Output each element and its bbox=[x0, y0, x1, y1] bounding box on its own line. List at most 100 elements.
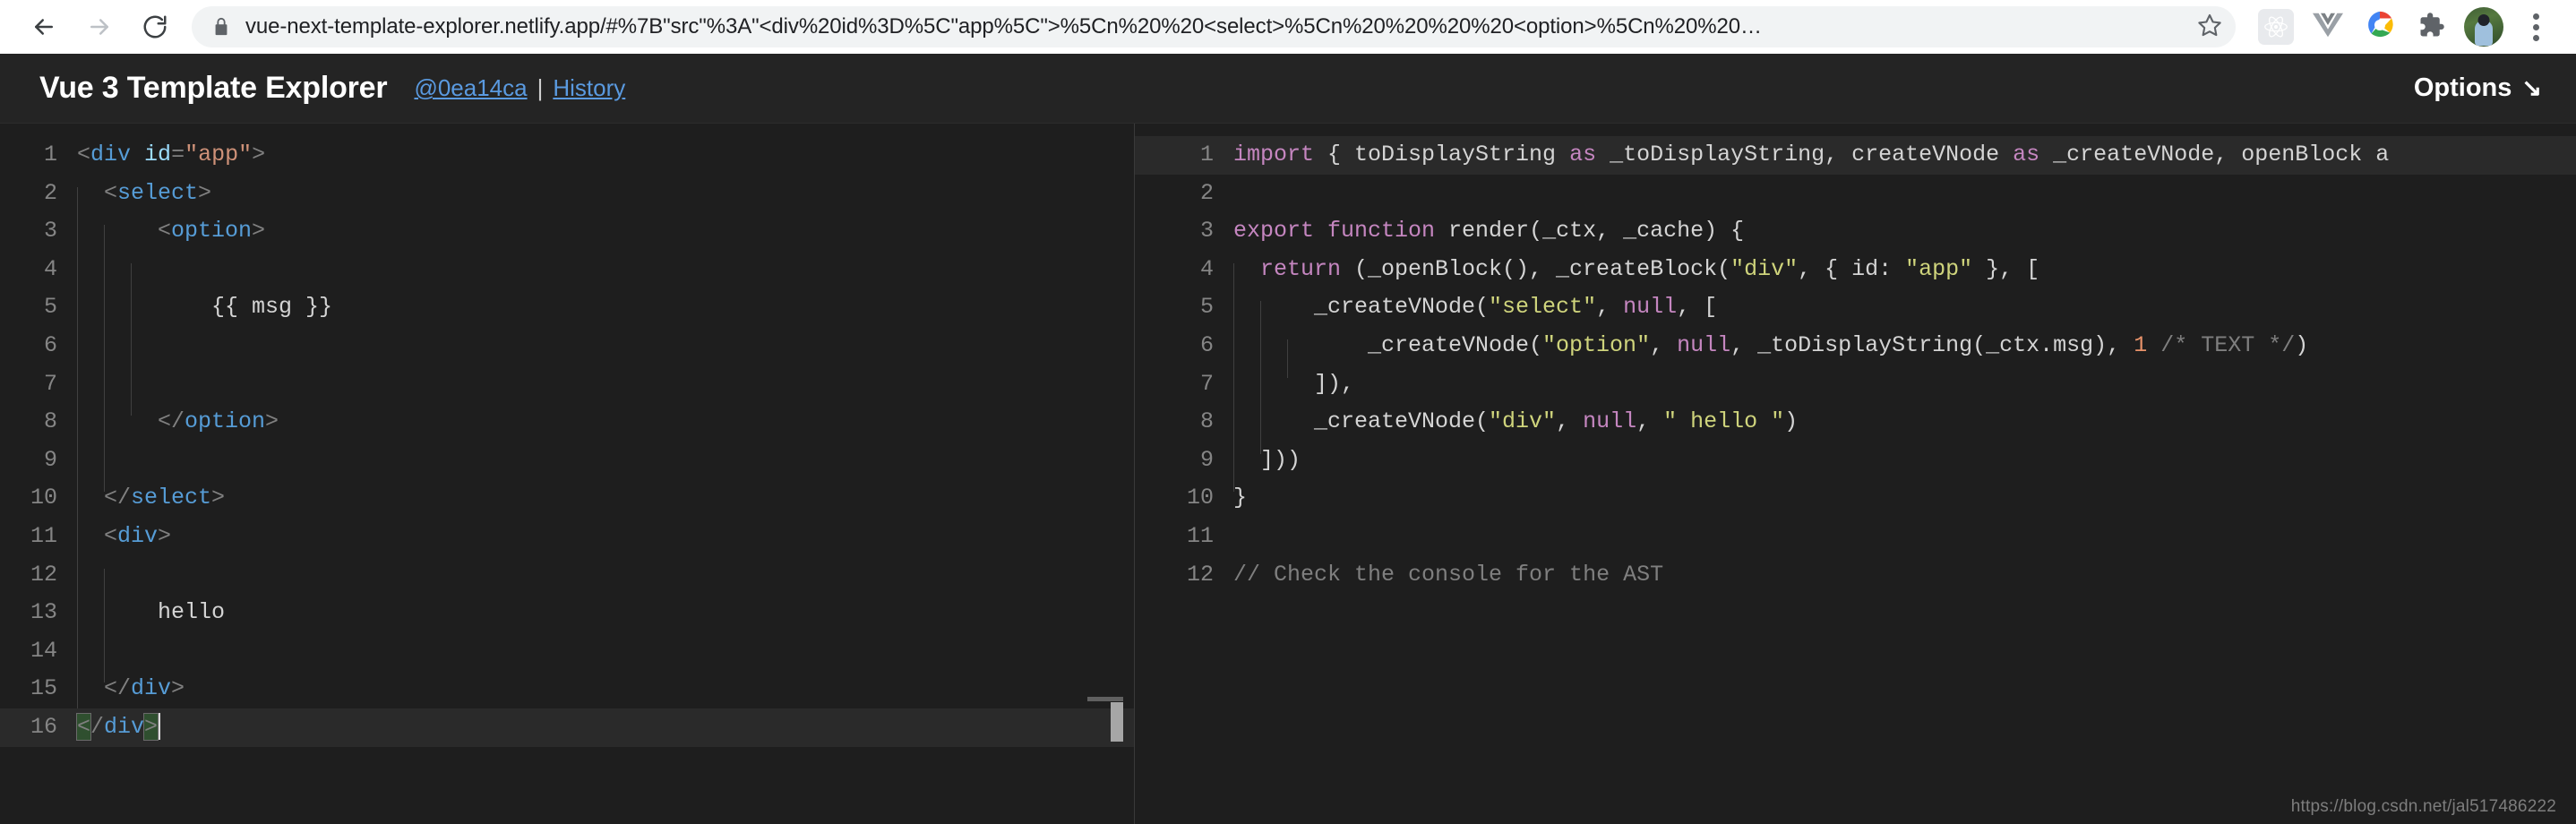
code-line[interactable]: 2 <select> bbox=[0, 175, 1134, 226]
code-token: < bbox=[75, 712, 92, 741]
code-line[interactable]: 1 import { toDisplayString as _toDisplayS… bbox=[1135, 136, 2576, 175]
google-extension-button[interactable] bbox=[2356, 3, 2404, 51]
options-toggle-button[interactable]: Options ↘ bbox=[2414, 73, 2542, 103]
extensions-menu-button[interactable] bbox=[2408, 3, 2456, 51]
code-line[interactable]: 5 _createVNode("select", null, [ bbox=[1135, 288, 2576, 339]
vue-devtools-button[interactable] bbox=[2304, 3, 2352, 51]
code-token: div bbox=[117, 522, 159, 549]
code-token: } bbox=[1233, 485, 1248, 511]
profile-avatar-button[interactable] bbox=[2460, 3, 2508, 51]
browser-menu-button[interactable] bbox=[2512, 3, 2560, 51]
code-line[interactable]: 12 bbox=[0, 556, 1134, 607]
code-token: render(_ctx, _cache) { bbox=[1435, 218, 1745, 245]
line-number: 14 bbox=[30, 637, 57, 664]
code-line[interactable]: 4 return (_openBlock(), _createBlock("div… bbox=[1135, 251, 2576, 302]
line-number: 15 bbox=[30, 675, 57, 702]
arrow-down-right-icon: ↘ bbox=[2521, 74, 2542, 101]
code-token: null bbox=[1623, 294, 1678, 321]
code-token: return bbox=[1260, 255, 1342, 282]
commit-hash-link[interactable]: @0ea14ca bbox=[414, 74, 527, 102]
code-token: < bbox=[158, 218, 172, 245]
avatar bbox=[2464, 7, 2503, 47]
code-token: " hello " bbox=[1663, 408, 1785, 435]
line-number: 10 bbox=[1186, 485, 1214, 511]
code-line[interactable]: 2 bbox=[1135, 175, 2576, 213]
forward-arrow-icon bbox=[86, 13, 113, 40]
code-line[interactable]: 7]), bbox=[1135, 365, 2576, 416]
puzzle-extensions-icon bbox=[2418, 12, 2445, 43]
code-token: option bbox=[171, 218, 253, 245]
code-line[interactable]: 14 bbox=[0, 632, 1134, 683]
code-token: , _toDisplayString(_ctx.msg), bbox=[1730, 331, 2134, 358]
code-token: > bbox=[198, 179, 212, 206]
code-line[interactable]: 8 </option> bbox=[0, 403, 1134, 454]
left-editor-scroll-thumb[interactable] bbox=[1111, 702, 1123, 742]
line-number: 5 bbox=[43, 294, 57, 321]
code-token: "option" bbox=[1542, 331, 1651, 358]
code-line[interactable]: 8 _createVNode("div", null, " hello ") bbox=[1135, 403, 2576, 454]
code-line[interactable]: 12 // Check the console for the AST bbox=[1135, 556, 2576, 595]
line-number: 11 bbox=[1186, 522, 1214, 549]
code-line[interactable]: 9])) bbox=[1135, 442, 2576, 493]
code-token: hello bbox=[158, 599, 226, 626]
react-devtools-icon bbox=[2258, 9, 2294, 45]
template-code-area[interactable]: 1 <div id="app"> 2 <select> 3 <option> 4 5{{ ms… bbox=[0, 124, 1134, 747]
code-line[interactable]: 3 <option> bbox=[0, 212, 1134, 263]
react-devtools-button[interactable] bbox=[2252, 3, 2300, 51]
code-line[interactable]: 3 export function render(_ctx, _cache) { bbox=[1135, 212, 2576, 251]
history-link[interactable]: History bbox=[553, 74, 625, 102]
left-editor-scrollbar[interactable] bbox=[1111, 124, 1134, 824]
code-line[interactable]: 6 bbox=[0, 327, 1134, 378]
code-line[interactable]: 5 {{ msg }} bbox=[0, 288, 1134, 339]
code-token: 1 bbox=[2134, 331, 2148, 358]
compiled-output-editor[interactable]: 1 import { toDisplayString as _toDisplayS… bbox=[1135, 124, 2576, 824]
code-line-text: <div id="app"> bbox=[77, 136, 1134, 175]
code-line[interactable]: 15 </div> bbox=[0, 670, 1134, 721]
address-bar[interactable]: vue-next-template-explorer.netlify.app/#… bbox=[192, 6, 2230, 47]
code-line-text: <select> bbox=[77, 175, 1134, 226]
code-line[interactable]: 1 <div id="app"> bbox=[0, 136, 1134, 175]
output-code-area[interactable]: 1 import { toDisplayString as _toDisplayS… bbox=[1135, 124, 2576, 594]
line-number: 9 bbox=[43, 446, 57, 473]
code-line-text bbox=[77, 365, 1134, 416]
back-button[interactable] bbox=[16, 0, 72, 55]
line-number: 8 bbox=[1199, 408, 1214, 435]
code-line[interactable]: 10} bbox=[1135, 479, 2576, 518]
code-line-text: </div> bbox=[75, 708, 1134, 747]
code-token: ]), bbox=[1314, 370, 1355, 397]
code-line[interactable]: 11 <div> bbox=[0, 518, 1134, 569]
code-line[interactable]: 16 </div> bbox=[0, 708, 1134, 747]
code-token: null bbox=[1583, 408, 1637, 435]
code-token: _createVNode( bbox=[1314, 294, 1490, 321]
code-token: > bbox=[143, 712, 159, 741]
code-token: }, [ bbox=[1972, 255, 2040, 282]
reload-button[interactable] bbox=[127, 0, 183, 55]
code-line[interactable]: 4 bbox=[0, 251, 1134, 302]
code-line[interactable]: 11 bbox=[1135, 518, 2576, 556]
code-line[interactable]: 10 </select> bbox=[0, 479, 1134, 530]
reload-icon bbox=[142, 13, 168, 40]
code-line[interactable]: 9 bbox=[0, 442, 1134, 493]
code-token: > bbox=[171, 675, 185, 702]
line-number: 7 bbox=[43, 370, 57, 397]
line-number: 8 bbox=[43, 408, 57, 435]
code-token: "select" bbox=[1489, 294, 1597, 321]
line-number: 5 bbox=[1199, 294, 1214, 321]
code-line[interactable]: 6 _createVNode("option", null, _toDisplay… bbox=[1135, 327, 2576, 378]
code-line-text bbox=[77, 442, 1134, 493]
bookmark-star-button[interactable] bbox=[2184, 6, 2236, 47]
forward-button[interactable] bbox=[72, 0, 127, 55]
line-number: 2 bbox=[1199, 179, 1214, 206]
kebab-menu-icon bbox=[2532, 13, 2539, 41]
code-line[interactable]: 13 hello bbox=[0, 594, 1134, 645]
code-line-text: </div> bbox=[77, 670, 1134, 721]
template-source-editor[interactable]: 1 <div id="app"> 2 <select> 3 <option> 4 5{{ ms… bbox=[0, 124, 1135, 824]
line-number: 6 bbox=[43, 331, 57, 358]
code-token: "app" bbox=[185, 142, 253, 167]
code-token: , { id: bbox=[1798, 255, 1906, 282]
code-line[interactable]: 7 bbox=[0, 365, 1134, 416]
code-token: < bbox=[77, 142, 91, 167]
extension-icons bbox=[2252, 3, 2560, 51]
code-line-text bbox=[77, 632, 1134, 683]
